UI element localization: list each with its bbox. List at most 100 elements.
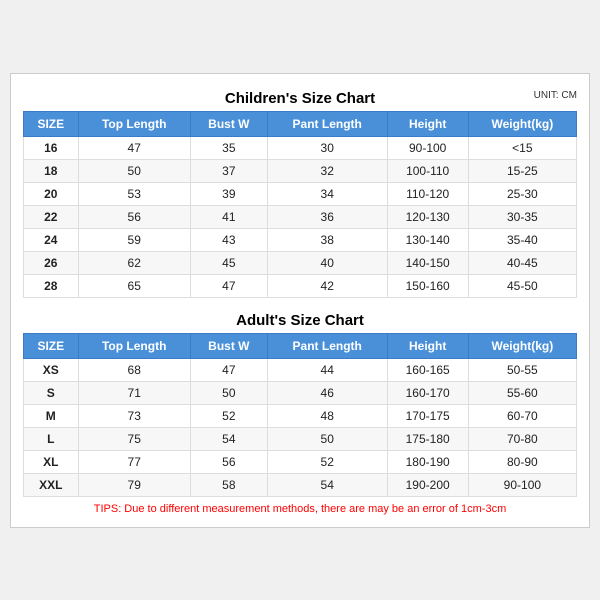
table-cell: 140-150 [387, 251, 468, 274]
tips-text: TIPS: Due to different measurement metho… [23, 497, 577, 517]
table-cell: XXL [24, 473, 79, 496]
table-row: 26624540140-15040-45 [24, 251, 577, 274]
table-cell: 15-25 [468, 159, 576, 182]
table-row: 20533934110-12025-30 [24, 182, 577, 205]
table-cell: 180-190 [387, 450, 468, 473]
table-cell: 54 [267, 473, 387, 496]
table-cell: 150-160 [387, 274, 468, 297]
table-cell: 41 [190, 205, 267, 228]
table-cell: 60-70 [468, 404, 576, 427]
table-cell: 65 [78, 274, 190, 297]
table-cell: 46 [267, 381, 387, 404]
table-cell: 55-60 [468, 381, 576, 404]
table-cell: 50 [267, 427, 387, 450]
children-col-top-length: Top Length [78, 111, 190, 136]
adults-col-bust-w: Bust W [190, 333, 267, 358]
table-cell: 40 [267, 251, 387, 274]
table-cell: 30 [267, 136, 387, 159]
table-row: S715046160-17055-60 [24, 381, 577, 404]
table-cell: 50 [78, 159, 190, 182]
table-cell: 120-130 [387, 205, 468, 228]
table-cell: 68 [78, 358, 190, 381]
table-row: 18503732100-11015-25 [24, 159, 577, 182]
adults-col-pant-length: Pant Length [267, 333, 387, 358]
children-header-row: SIZE Top Length Bust W Pant Length Heigh… [24, 111, 577, 136]
table-row: XXL795854190-20090-100 [24, 473, 577, 496]
table-cell: 36 [267, 205, 387, 228]
table-cell: 130-140 [387, 228, 468, 251]
table-cell: 90-100 [387, 136, 468, 159]
table-cell: 16 [24, 136, 79, 159]
table-cell: 110-120 [387, 182, 468, 205]
children-col-height: Height [387, 111, 468, 136]
table-row: L755450175-18070-80 [24, 427, 577, 450]
children-col-weight: Weight(kg) [468, 111, 576, 136]
table-cell: 56 [78, 205, 190, 228]
table-cell: S [24, 381, 79, 404]
table-cell: 59 [78, 228, 190, 251]
table-row: M735248170-17560-70 [24, 404, 577, 427]
table-cell: 50 [190, 381, 267, 404]
table-row: 22564136120-13030-35 [24, 205, 577, 228]
children-section-title: Children's Size Chart UNIT: CM [23, 84, 577, 111]
table-cell: 30-35 [468, 205, 576, 228]
table-row: 24594338130-14035-40 [24, 228, 577, 251]
table-cell: XL [24, 450, 79, 473]
adults-table: SIZE Top Length Bust W Pant Length Heigh… [23, 333, 577, 497]
table-cell: 62 [78, 251, 190, 274]
adults-header-row: SIZE Top Length Bust W Pant Length Heigh… [24, 333, 577, 358]
table-cell: 35-40 [468, 228, 576, 251]
table-cell: 80-90 [468, 450, 576, 473]
table-cell: M [24, 404, 79, 427]
table-cell: 43 [190, 228, 267, 251]
table-cell: 26 [24, 251, 79, 274]
table-cell: 24 [24, 228, 79, 251]
table-cell: 52 [190, 404, 267, 427]
table-cell: 50-55 [468, 358, 576, 381]
table-cell: 47 [190, 274, 267, 297]
children-col-size: SIZE [24, 111, 79, 136]
table-cell: 73 [78, 404, 190, 427]
table-row: 1647353090-100<15 [24, 136, 577, 159]
table-cell: 34 [267, 182, 387, 205]
table-cell: 38 [267, 228, 387, 251]
table-cell: 22 [24, 205, 79, 228]
table-cell: 20 [24, 182, 79, 205]
unit-label: UNIT: CM [534, 90, 577, 101]
table-cell: 160-170 [387, 381, 468, 404]
table-cell: 47 [190, 358, 267, 381]
adults-col-weight: Weight(kg) [468, 333, 576, 358]
table-cell: 18 [24, 159, 79, 182]
table-cell: 39 [190, 182, 267, 205]
adults-col-height: Height [387, 333, 468, 358]
table-cell: 28 [24, 274, 79, 297]
adults-col-size: SIZE [24, 333, 79, 358]
table-cell: L [24, 427, 79, 450]
table-cell: 52 [267, 450, 387, 473]
children-col-pant-length: Pant Length [267, 111, 387, 136]
adults-title-text: Adult's Size Chart [236, 312, 364, 329]
table-cell: 42 [267, 274, 387, 297]
table-cell: 32 [267, 159, 387, 182]
table-cell: 45 [190, 251, 267, 274]
table-cell: 54 [190, 427, 267, 450]
table-cell: 70-80 [468, 427, 576, 450]
adults-section-title: Adult's Size Chart [23, 306, 577, 333]
table-cell: 44 [267, 358, 387, 381]
table-cell: 75 [78, 427, 190, 450]
table-cell: 79 [78, 473, 190, 496]
table-cell: 160-165 [387, 358, 468, 381]
table-cell: 53 [78, 182, 190, 205]
table-cell: 170-175 [387, 404, 468, 427]
children-title-text: Children's Size Chart [225, 90, 375, 107]
table-cell: 175-180 [387, 427, 468, 450]
table-cell: 100-110 [387, 159, 468, 182]
adults-col-top-length: Top Length [78, 333, 190, 358]
table-cell: 47 [78, 136, 190, 159]
table-cell: 25-30 [468, 182, 576, 205]
table-cell: 56 [190, 450, 267, 473]
table-cell: XS [24, 358, 79, 381]
children-col-bust-w: Bust W [190, 111, 267, 136]
table-cell: 71 [78, 381, 190, 404]
chart-container: Children's Size Chart UNIT: CM SIZE Top … [10, 73, 590, 528]
